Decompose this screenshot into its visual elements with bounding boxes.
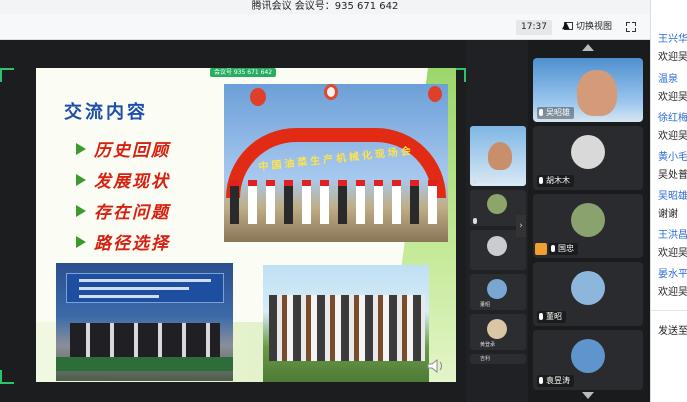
mic-icon [539,377,543,384]
bullet-arrow-icon [76,174,86,186]
conference-table [56,357,233,371]
chat-sender: 温泉 [658,74,678,85]
chat-message: 欢迎吴 [658,287,687,298]
switch-view-button[interactable]: 切换视图 [564,20,612,35]
switch-view-label: 切换视图 [576,22,613,32]
speaker-icon [426,358,446,374]
mic-icon [473,218,477,224]
top-toolbar: 17:37 切换视图 ▲ [0,14,650,40]
scroll-down-icon[interactable] [582,392,594,399]
video-tile-label: 袁昱涛 [537,375,574,387]
host-badge-icon [535,243,547,255]
video-tile-label: 董昭 [537,311,566,323]
presentation-slide: 会议号 935 671 642 交流内容 历史回顾 发展现状 存在问题 路径选择… [36,68,456,382]
chat-divider [651,310,687,311]
video-tile[interactable]: 袁昱涛 [533,330,643,390]
chat-message: 欢迎吴 [658,248,687,259]
chat-sender: 王兴华 [658,34,687,45]
chat-sender: 王洪昌 [658,230,687,241]
slide-photo-field [263,265,429,382]
participant-thumbnail[interactable]: 董昭 [470,274,526,310]
slide-bullet: 发展现状 [76,167,170,198]
thumbnail-name: 吴昭雄 [480,178,496,184]
video-tile[interactable]: 董昭 [533,262,643,326]
video-tile[interactable]: 胡木木 [533,126,643,190]
ceremony-people [224,176,448,224]
mic-icon [473,178,477,184]
collapse-strip-button[interactable]: › [516,215,526,237]
participant-thumbnail[interactable]: 黄登承 [470,314,526,350]
chat-message: 吴处普 [658,170,687,181]
participant-thumbnail[interactable]: 吉利 [470,354,526,364]
screen-share-badge: 会议号 935 671 642 [210,68,276,77]
thumbnail-name: 吉利 [480,356,491,362]
video-tile-label: 吴昭雄 [537,107,574,119]
chat-message: 欢迎吴 [658,131,687,142]
mic-icon [539,313,543,320]
chat-sender: 徐红梅 [658,113,687,124]
slide-photo-conference [56,263,233,381]
frame-corner-tl [0,68,14,82]
video-tile-label: 国忠 [549,243,578,255]
slide-title: 交流内容 [64,102,148,123]
chat-sender: 晏水平 [658,269,687,280]
chat-sender: 黄小毛 [658,152,687,163]
thumbnail-name: 黄登承 [480,342,496,348]
slide-bullet: 路径选择 [76,229,170,260]
window-title: 腾讯会议 会议号：935 671 642 [251,1,399,12]
slide-bullet: 历史回顾 [76,136,170,167]
video-tile[interactable]: 吴昭雄 [533,58,643,122]
mic-icon [551,245,555,252]
slide-bullet: 存在问题 [76,198,170,229]
chat-sender: 吴昭雄 [658,191,687,202]
video-tile-label: 胡木木 [537,175,574,187]
conference-sign [66,273,224,303]
window-titlebar: 腾讯会议 会议号：935 671 642 [0,0,650,14]
bullet-arrow-icon [76,205,86,217]
frame-corner-bl [0,370,14,384]
mouse-cursor-icon: ▲ [562,20,570,31]
fullscreen-icon[interactable] [626,22,636,32]
video-tile[interactable]: 国忠 [533,194,643,258]
bullet-arrow-icon [76,143,86,155]
send-to-selector[interactable]: 发送至 [658,322,687,337]
slide-bullet-list: 历史回顾 发展现状 存在问题 路径选择 [76,136,170,260]
mic-icon [539,177,543,184]
slide-photo-ceremony: 中国油菜生产机械化现场会 [224,84,448,242]
scroll-up-icon[interactable] [582,44,594,51]
chat-message: 谢谢 [658,209,678,220]
chat-message: 欢迎吴 [658,92,687,103]
participant-thumbnail[interactable]: 吴昭雄 [470,126,526,186]
chat-message: 欢迎吴 [658,52,687,63]
chat-panel: 王兴华 欢迎吴 温泉 欢迎吴 徐红梅 欢迎吴 黄小毛 吴处普 吴昭雄 谢谢 王洪… [650,0,687,402]
mic-icon [539,109,543,116]
bullet-arrow-icon [76,236,86,248]
thumbnail-name: 董昭 [480,302,491,308]
meeting-timer: 17:37 [516,20,552,35]
